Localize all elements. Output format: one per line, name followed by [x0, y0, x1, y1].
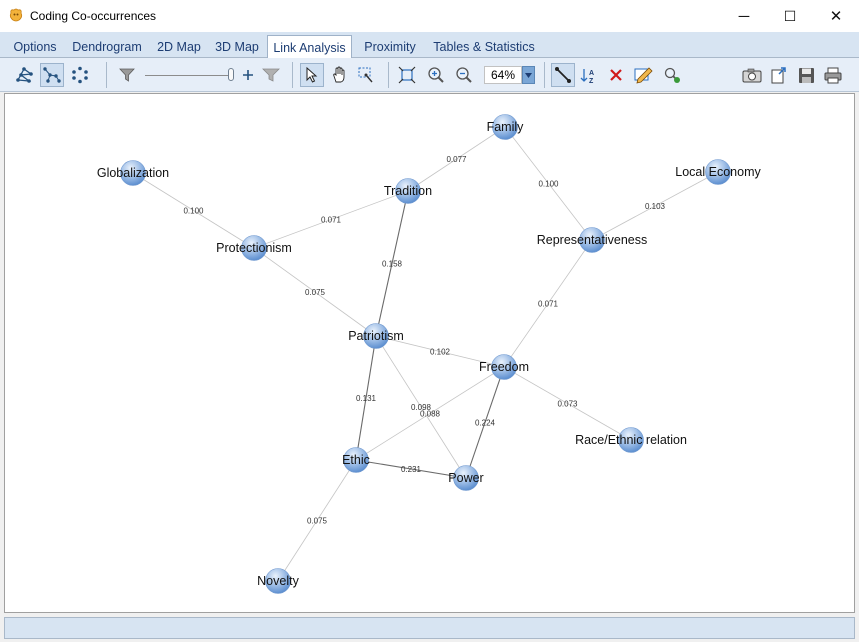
camera-icon[interactable]: [740, 63, 764, 87]
toolbar: 64% AZ: [0, 58, 859, 92]
app-icon: [9, 8, 23, 22]
window-title: Coding Co-occurrences: [30, 9, 157, 23]
edge-weight-label: 0.075: [305, 288, 326, 297]
tab-link-analysis[interactable]: Link Analysis: [267, 35, 352, 59]
title-bar: Coding Co-occurrences ─ ☐ ✕: [0, 0, 859, 32]
sort-az-icon[interactable]: AZ: [577, 63, 601, 87]
node-label: Freedom: [479, 360, 529, 374]
fit-icon[interactable]: [395, 63, 419, 87]
zoom-select-icon[interactable]: [354, 63, 378, 87]
network-graph[interactable]: 0.077 0.100 0.100 0.071 0.158 0.103 0.071 0.075…: [5, 94, 854, 612]
edit-icon[interactable]: [632, 63, 656, 87]
add-icon[interactable]: [236, 63, 260, 87]
status-bar: [4, 617, 855, 639]
zoom-in-icon[interactable]: [424, 63, 448, 87]
edge-weight-label: 0.075: [307, 517, 328, 526]
layout-tree-icon[interactable]: [40, 63, 64, 87]
edge-weight-label: 0.077: [446, 155, 467, 164]
node-label: Power: [448, 471, 483, 485]
edge-weight-label: 0.100: [183, 207, 204, 216]
zoom-level-field[interactable]: 64%: [484, 66, 522, 84]
tab-2d-map[interactable]: 2D Map: [151, 35, 207, 58]
save-icon[interactable]: [794, 63, 818, 87]
select-icon[interactable]: [300, 63, 324, 87]
draw-link-icon[interactable]: [551, 63, 575, 87]
tab-proximity[interactable]: Proximity: [358, 35, 422, 58]
node-label: Race/Ethnic relation: [575, 433, 687, 447]
edge-weight-label: 0.158: [382, 260, 403, 269]
layout-icon[interactable]: [13, 63, 37, 87]
filter-icon[interactable]: [115, 63, 139, 87]
node-label: Novelty: [257, 574, 299, 588]
print-icon[interactable]: [821, 63, 845, 87]
tab-bar: Options Dendrogram 2D Map 3D Map Link An…: [0, 32, 859, 59]
node-label: Protectionism: [216, 241, 292, 255]
toolbar-separator: [388, 62, 389, 88]
edge-weight-label: 0.231: [401, 465, 422, 474]
hand-pan-icon[interactable]: [328, 63, 352, 87]
edge-weight-label: 0.071: [321, 216, 342, 225]
edge-weight-label: 0.088: [420, 410, 441, 419]
layout-circle-icon[interactable]: [68, 63, 92, 87]
node-label: Tradition: [384, 184, 432, 198]
edge-weight-label: 0.073: [557, 400, 578, 409]
maximize-button[interactable]: ☐: [767, 0, 813, 32]
zoom-out-icon[interactable]: [452, 63, 476, 87]
search-node-icon[interactable]: [660, 63, 684, 87]
minimize-button[interactable]: ─: [721, 0, 767, 32]
edge-weight-label: 0.103: [645, 202, 666, 211]
chevron-down-icon[interactable]: [522, 66, 535, 84]
tab-options[interactable]: Options: [6, 35, 64, 58]
edge-weight-label: 0.131: [356, 394, 377, 403]
edge-weight-label: 0.224: [475, 419, 496, 428]
filter-dim-icon[interactable]: [259, 63, 283, 87]
tab-dendrogram[interactable]: Dendrogram: [66, 35, 148, 58]
svg-text:Z: Z: [589, 78, 594, 84]
node-label: Family: [487, 120, 525, 134]
slider-track: [145, 75, 230, 76]
tab-3d-map[interactable]: 3D Map: [210, 35, 264, 58]
node-label: Representativeness: [537, 233, 647, 247]
delete-icon[interactable]: [604, 63, 628, 87]
link-analysis-canvas[interactable]: 0.077 0.100 0.100 0.071 0.158 0.103 0.071 0.075…: [4, 93, 855, 613]
edge-weight-label: 0.100: [538, 180, 559, 189]
toolbar-separator: [544, 62, 545, 88]
edge-weight-label: 0.102: [430, 348, 451, 357]
edge-weight-label: 0.071: [538, 300, 559, 309]
toolbar-separator: [292, 62, 293, 88]
node-label: Local Economy: [675, 165, 761, 179]
tab-tables-statistics[interactable]: Tables & Statistics: [426, 35, 542, 58]
slider-thumb[interactable]: [228, 68, 234, 81]
svg-text:A: A: [589, 70, 594, 77]
node-label: Globalization: [97, 166, 169, 180]
toolbar-separator: [106, 62, 107, 88]
node-label: Ethic: [342, 453, 370, 467]
close-button[interactable]: ✕: [813, 0, 859, 32]
node-label: Patriotism: [348, 329, 404, 343]
export-icon[interactable]: [767, 63, 791, 87]
